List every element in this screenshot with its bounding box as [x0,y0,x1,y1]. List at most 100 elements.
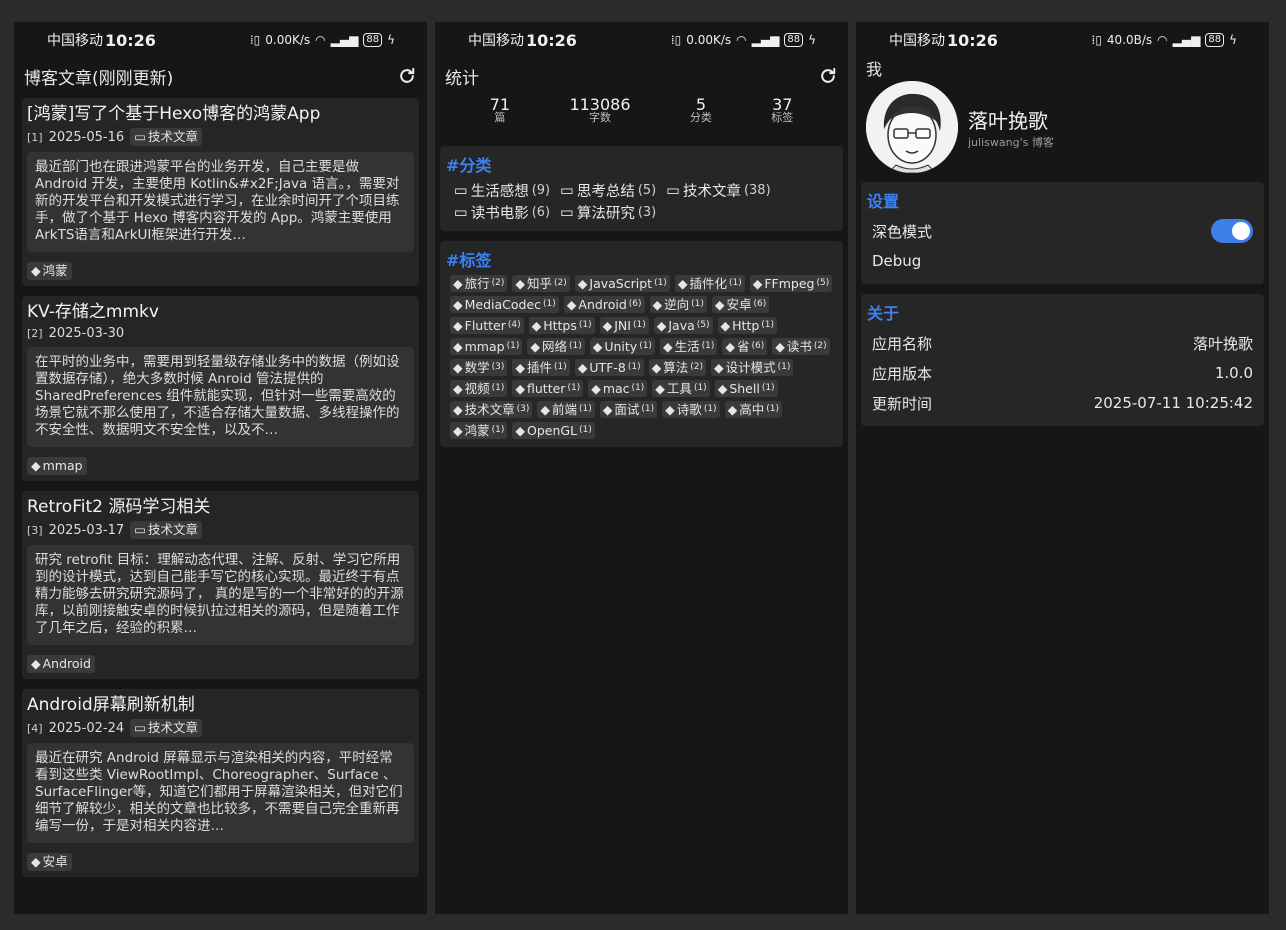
tag-item[interactable]: ◆ JNI (1) [599,317,649,334]
tag-item[interactable]: ◆ Unity (1) [589,338,655,355]
dark-mode-toggle[interactable] [1211,219,1253,243]
post-title[interactable]: [鸿蒙]写了个基于Hexo博客的鸿蒙App [27,102,414,126]
category-chip[interactable]: ▭ 技术文章 [130,521,202,539]
tag-item[interactable]: ◆ 技术文章 (3) [450,401,533,418]
category-name: 算法研究 [576,206,635,222]
tag-chip[interactable]: ◆ 鸿蒙 [27,262,72,280]
avatar[interactable] [866,81,958,173]
tag-name: 设计模式 [725,360,776,375]
tag-item[interactable]: ◆ 视频 (1) [450,380,508,397]
tag-item[interactable]: ◆ 逆向 (1) [649,296,707,313]
tag-item[interactable]: ◆ 工具 (1) [652,380,710,397]
tag-icon: ◆ [720,318,731,333]
tag-item[interactable]: ◆ Flutter (4) [450,317,524,334]
tag-count: (1) [554,362,567,372]
post-card[interactable]: Android屏幕刷新机制 [4] 2025-02-24 ▭ 技术文章 最近在研究… [22,689,419,877]
refresh-icon[interactable] [397,66,417,86]
tag-item[interactable]: ◆ 生活 (1) [659,338,718,355]
post-card[interactable]: RetroFit2 源码学习相关 [3] 2025-03-17 ▭ 技术文章 研究… [22,491,419,679]
tag-item[interactable]: ◆ Http (1) [717,317,778,334]
tag-item[interactable]: ◆ UTF-8 (1) [574,359,644,376]
post-excerpt: 最近部门也在跟进鸿蒙平台的业务开发，自己主要是做 Android 开发，主要使用… [27,152,414,252]
debug-row[interactable]: Debug [867,246,1258,276]
tag-name: MediaCodec [464,297,542,312]
carrier: 中国移动 [889,33,945,49]
post-card[interactable]: [鸿蒙]写了个基于Hexo博客的鸿蒙App [1] 2025-05-16 ▭ 技术… [22,98,419,286]
tag-item[interactable]: ◆ Shell (1) [714,380,778,397]
post-title[interactable]: RetroFit2 源码学习相关 [27,495,414,519]
category-chip[interactable]: ▭ 技术文章 [130,719,202,737]
tag-item[interactable]: ◆ FFmpeg (5) [749,275,833,292]
tag-item[interactable]: ◆ flutter (1) [512,380,584,397]
tag-name: 旅行 [464,276,490,291]
tag-name: 鸿蒙 [464,423,490,438]
tag-count: (1) [506,341,520,351]
nfc-icon: ⁞▯ [670,33,682,47]
tag-item[interactable]: ◆ 算法 (2) [648,359,706,376]
tag-item[interactable]: ◆ 诗歌 (1) [662,401,720,418]
me-screen: 中国移动 10:26 ⁞▯ 40.0B/s ◠ ▂▄▆ 88 ϟ 我 落叶挽歌 … [856,22,1269,914]
tag-chip[interactable]: ◆ Android [27,655,95,673]
tag-name: flutter [527,381,566,396]
stats-screen: 中国移动 10:26 ⁞▯ 0.00K/s ◠ ▂▄▆ 88 ϟ 统计 71 篇 1… [435,22,848,914]
tag-icon: ◆ [577,360,588,375]
category-name: 生活感想 [470,184,529,200]
tag-item[interactable]: ◆ 设计模式 (1) [711,359,794,376]
tag-item[interactable]: ◆ OpenGL (1) [512,422,595,439]
tag-item[interactable]: ◆ MediaCodec (1) [450,296,559,313]
tag-item[interactable]: ◆ 面试 (1) [599,401,658,418]
tag-item[interactable]: ◆ mac (1) [588,380,648,397]
tag-item[interactable]: ◆ 插件 (1) [512,359,570,376]
folder-icon: ▭ [134,129,146,144]
tag-icon: ◆ [662,339,673,354]
tag-count: (1) [568,341,582,351]
tag-chip[interactable]: ◆ mmap [27,457,87,475]
tag-item[interactable]: ◆ 省 (6) [722,338,768,355]
folder-icon: ▭ [560,182,574,199]
tag-icon: ◆ [592,339,603,354]
tag-count: (1) [654,278,667,288]
tag-item[interactable]: ◆ mmap (1) [450,338,523,355]
debug-label[interactable]: Debug [872,252,921,270]
tag-item[interactable]: ◆ Android (6) [563,296,645,313]
folder-icon: ▭ [454,204,468,221]
tag-name: 逆向 [664,297,690,312]
stat-tags: 37 标签 [771,97,793,125]
tag-name: 网络 [541,339,567,354]
tag-item[interactable]: ◆ 高中 (1) [724,401,782,418]
post-title[interactable]: KV-存储之mmkv [27,300,414,324]
tag-item[interactable]: ◆ 知乎 (2) [512,275,570,292]
battery-icon: 88 [784,33,804,47]
tag-item[interactable]: ◆ 鸿蒙 (1) [450,422,508,439]
tag-label: 安卓 [42,854,68,869]
tag-item[interactable]: ◆ 前端 (1) [537,401,595,418]
tag-item[interactable]: ◆ Java (5) [653,317,713,334]
tag-item[interactable]: ◆ JavaScript (1) [574,275,670,292]
tag-item[interactable]: ◆ Https (1) [528,317,595,334]
stat-value: 113086 [569,95,631,114]
tag-name: Flutter [464,318,506,333]
category-item[interactable]: ▭ 技术文章 (38) [666,180,770,201]
tag-item[interactable]: ◆ 读书 (2) [772,338,830,355]
tag-item[interactable]: ◆ 插件化 (1) [674,275,745,292]
tag-item[interactable]: ◆ 数学 (3) [450,359,508,376]
about-value: 落叶挽歌 [1192,334,1253,353]
tag-count: (1) [693,383,707,393]
category-item[interactable]: ▭ 思考总结 (5) [560,180,656,201]
tag-count: (1) [701,341,715,351]
tag-item[interactable]: ◆ 旅行 (2) [450,275,508,292]
tag-item[interactable]: ◆ 安卓 (6) [711,296,770,313]
category-item[interactable]: ▭ 算法研究 (3) [560,202,656,223]
refresh-icon[interactable] [818,66,838,86]
tag-count: (6) [751,341,765,351]
post-card[interactable]: KV-存储之mmkv [2] 2025-03-30 在平时的业务中，需要用到轻量… [22,296,419,481]
tag-count: (1) [641,404,655,414]
category-name: 思考总结 [576,184,635,200]
tag-chip[interactable]: ◆ 安卓 [27,853,72,871]
post-title[interactable]: Android屏幕刷新机制 [27,693,414,717]
tag-icon: ◆ [515,423,526,438]
category-chip[interactable]: ▭ 技术文章 [130,128,202,146]
category-item[interactable]: ▭ 生活感想 (9) [454,180,550,201]
category-item[interactable]: ▭ 读书电影 (6) [454,202,550,223]
tag-item[interactable]: ◆ 网络 (1) [527,338,585,355]
